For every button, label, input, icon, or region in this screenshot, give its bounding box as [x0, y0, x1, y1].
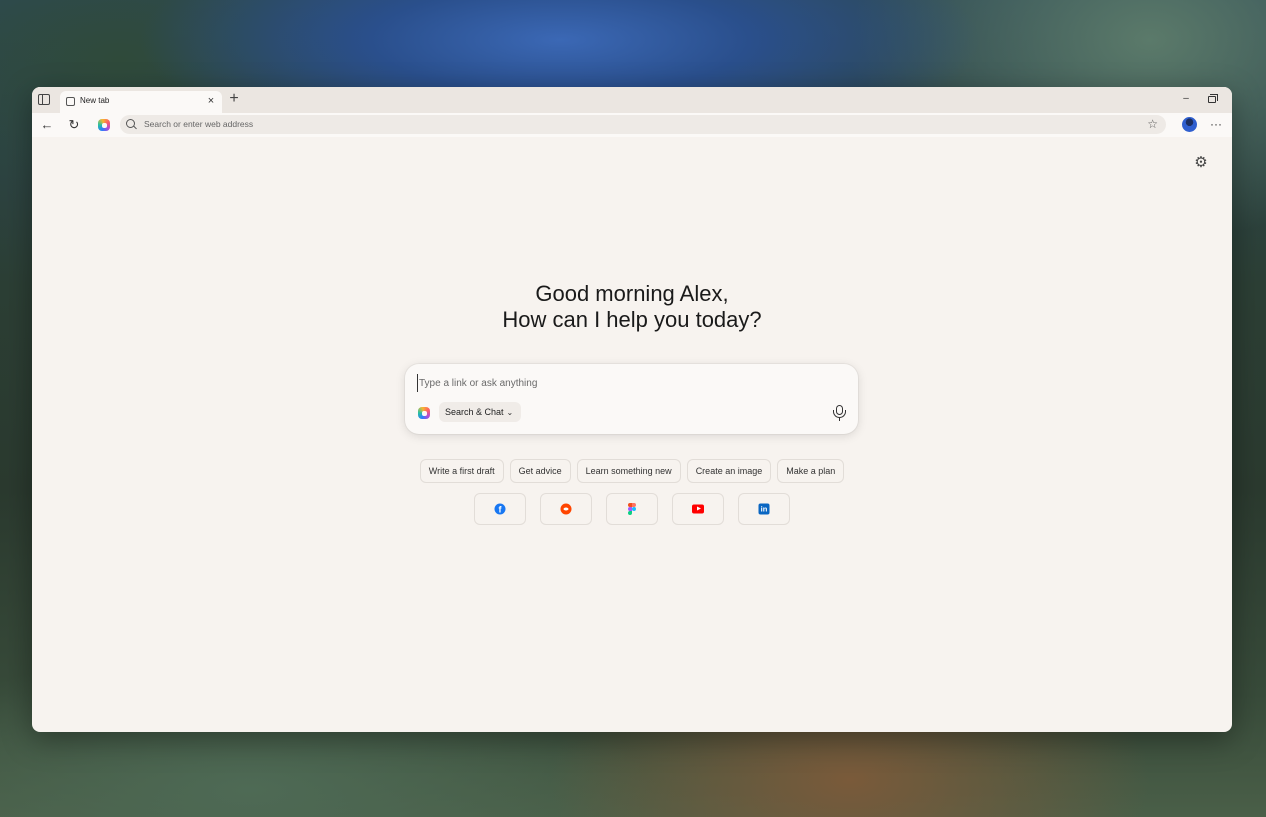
suggestion-chip[interactable]: Create an image: [686, 459, 772, 483]
ask-input[interactable]: [417, 374, 821, 392]
new-tab-page: ⚙ Good morning Alex, How can I help you …: [32, 137, 1232, 732]
copilot-icon[interactable]: [98, 119, 110, 131]
composer-box: Search & Chat⌄: [405, 364, 858, 434]
restore-window-button[interactable]: [1208, 94, 1218, 103]
address-bar[interactable]: Search or enter web address ☆: [120, 115, 1166, 134]
shortcut-reddit[interactable]: [540, 493, 592, 525]
more-options-button[interactable]: ···: [1208, 115, 1224, 133]
copilot-icon: [418, 407, 430, 419]
greeting: Good morning Alex, How can I help you to…: [32, 281, 1232, 333]
new-tab-button[interactable]: +: [226, 91, 242, 107]
suggestion-chip[interactable]: Get advice: [509, 459, 571, 483]
tab-title: New tab: [80, 96, 110, 105]
site-shortcuts: f in: [32, 493, 1232, 525]
figma-icon: [628, 503, 636, 515]
browser-toolbar: ← ↻ Search or enter web address ☆ ···: [32, 113, 1232, 137]
tab-new-tab[interactable]: New tab ×: [60, 91, 222, 113]
microphone-icon[interactable]: [833, 405, 847, 421]
suggestion-chip[interactable]: Learn something new: [576, 459, 681, 483]
youtube-icon: [692, 504, 704, 514]
shortcut-linkedin[interactable]: in: [738, 493, 790, 525]
greeting-line-1: Good morning Alex,: [535, 281, 729, 306]
tab-strip: New tab × + –: [32, 87, 1232, 113]
browser-window: New tab × + – ← ↻ Search or enter web ad…: [32, 87, 1232, 732]
shortcut-figma[interactable]: [606, 493, 658, 525]
minimize-button[interactable]: –: [1180, 92, 1192, 106]
mode-label: Search & Chat: [445, 407, 504, 417]
add-favorite-icon[interactable]: ☆: [1147, 117, 1158, 131]
suggestion-chip[interactable]: Write a first draft: [419, 459, 504, 483]
address-placeholder: Search or enter web address: [144, 119, 254, 129]
tab-close-button[interactable]: ×: [204, 94, 218, 108]
settings-gear-icon[interactable]: ⚙: [1193, 155, 1209, 171]
suggestion-chips: Write a first draft Get advice Learn som…: [32, 459, 1232, 483]
desktop-wallpaper: New tab × + – ← ↻ Search or enter web ad…: [0, 0, 1266, 817]
back-button[interactable]: ←: [38, 116, 56, 134]
shortcut-youtube[interactable]: [672, 493, 724, 525]
profile-avatar[interactable]: [1182, 117, 1197, 132]
sidebar-toggle-icon[interactable]: [38, 94, 50, 105]
greeting-line-2: How can I help you today?: [502, 307, 762, 332]
reload-button[interactable]: ↻: [65, 116, 83, 134]
facebook-icon: f: [494, 503, 506, 515]
reddit-icon: [560, 503, 572, 515]
linkedin-icon: in: [758, 503, 770, 515]
search-icon: [126, 119, 135, 128]
new-tab-page-icon: [66, 97, 75, 106]
chevron-down-icon: ⌄: [506, 408, 514, 417]
suggestion-chip[interactable]: Make a plan: [777, 459, 845, 483]
mode-select[interactable]: Search & Chat ⌄: [439, 402, 522, 422]
shortcut-facebook[interactable]: f: [474, 493, 526, 525]
